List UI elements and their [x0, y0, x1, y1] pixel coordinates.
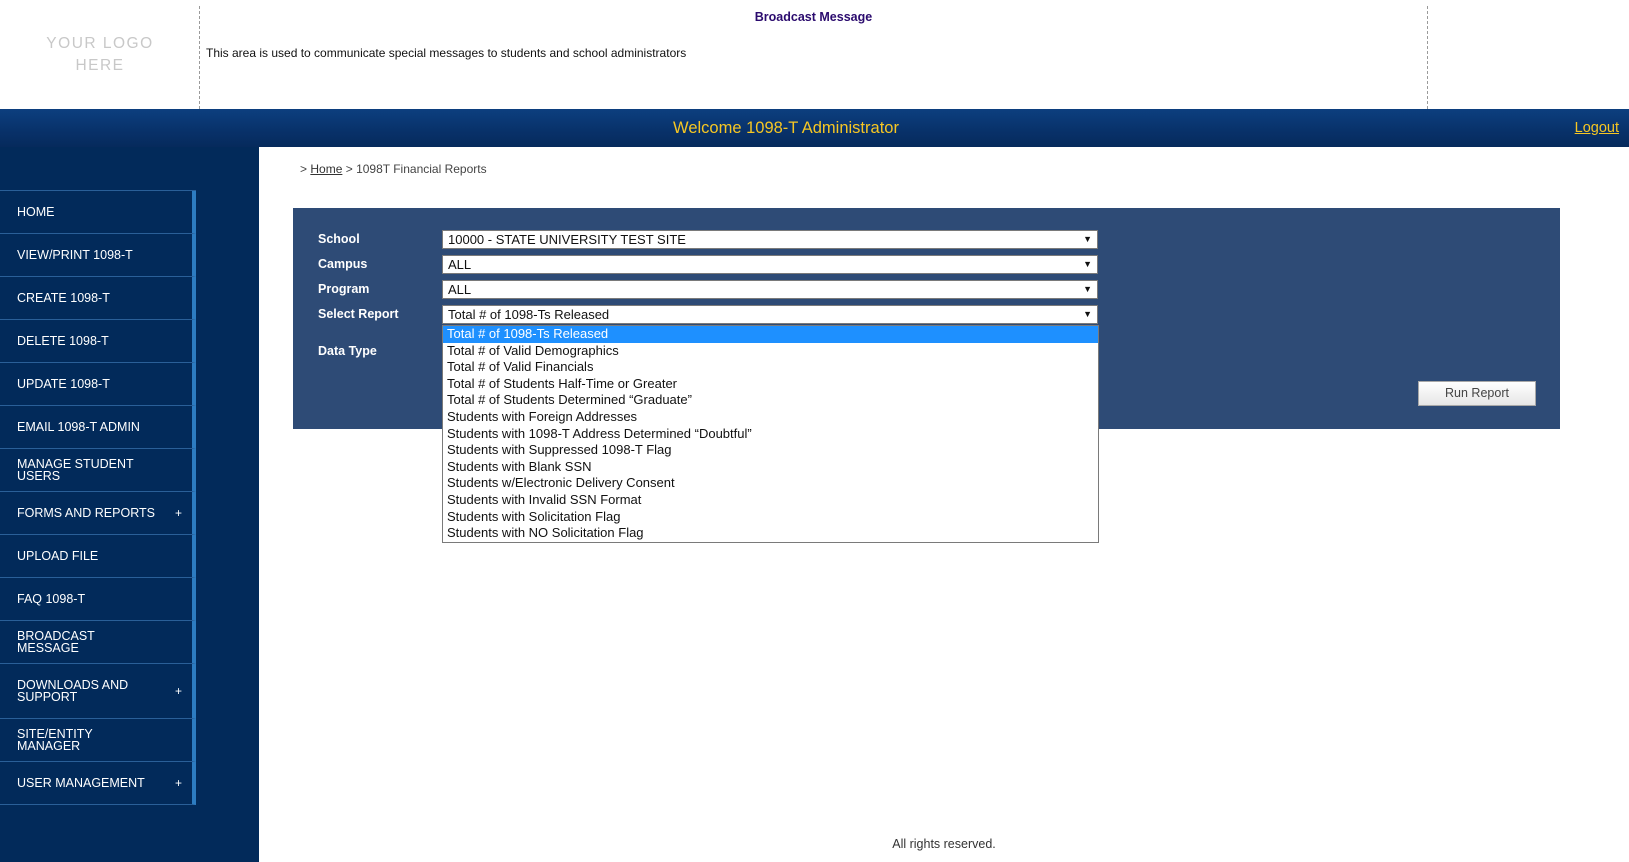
sidebar-item-label: DOWNLOADS AND SUPPORT	[17, 678, 129, 704]
sidebar-item-label: VIEW/PRINT 1098-T	[17, 248, 133, 262]
sidebar-item-label: MANAGE STUDENT USERS	[17, 457, 134, 483]
breadcrumb-prefix: >	[300, 162, 308, 176]
sidebar-item-label: UPLOAD FILE	[17, 549, 99, 563]
sidebar-item-broadcast-message[interactable]: BROADCAST MESSAGE	[0, 621, 196, 664]
welcome-bar: Welcome 1098-T Administrator Logout	[0, 109, 1629, 147]
logout-link[interactable]: Logout	[1575, 120, 1619, 136]
report-option[interactable]: Total # of Valid Financials	[443, 359, 1098, 376]
sidebar-item-label: HOME	[17, 205, 55, 219]
report-option[interactable]: Students with Suppressed 1098-T Flag	[443, 442, 1098, 459]
report-option[interactable]: Total # of 1098-Ts Released	[443, 326, 1098, 343]
chevron-down-icon: ▼	[1083, 234, 1092, 244]
sidebar-item-forms-and-reports[interactable]: FORMS AND REPORTS +	[0, 492, 196, 535]
breadcrumb-current: 1098T Financial Reports	[356, 162, 487, 176]
campus-select[interactable]: ALL ▼	[442, 255, 1098, 274]
sidebar-item-label: BROADCAST MESSAGE	[17, 629, 95, 655]
sidebar-item-manage-student-users[interactable]: MANAGE STUDENT USERS	[0, 449, 196, 492]
broadcast-title: Broadcast Message	[754, 10, 873, 24]
program-select[interactable]: ALL ▼	[442, 280, 1098, 299]
school-select[interactable]: 10000 - STATE UNIVERSITY TEST SITE ▼	[442, 230, 1098, 249]
footer-copyright: All rights reserved.	[892, 837, 996, 851]
run-report-button[interactable]: Run Report	[1418, 381, 1536, 406]
expand-plus-icon[interactable]: +	[175, 685, 182, 697]
header-divider-right	[1427, 6, 1428, 109]
logo-placeholder: YOUR LOGO HERE	[0, 0, 200, 109]
program-label: Program	[318, 282, 370, 296]
breadcrumb: > Home > 1098T Financial Reports	[300, 162, 487, 176]
report-option[interactable]: Students with 1098-T Address Determined …	[443, 426, 1098, 443]
select-report-label: Select Report	[318, 307, 399, 321]
breadcrumb-separator: >	[345, 162, 353, 176]
report-select-value: Total # of 1098-Ts Released	[448, 307, 610, 322]
chevron-down-icon: ▼	[1083, 309, 1092, 319]
sidebar-item-upload-file[interactable]: UPLOAD FILE	[0, 535, 196, 578]
report-select[interactable]: Total # of 1098-Ts Released ▼	[442, 305, 1098, 324]
logo-text: YOUR LOGO HERE	[46, 34, 154, 74]
report-option[interactable]: Students w/Electronic Delivery Consent	[443, 475, 1098, 492]
sidebar-item-label: EMAIL 1098-T ADMIN	[17, 420, 140, 434]
report-option[interactable]: Students with Blank SSN	[443, 459, 1098, 476]
sidebar: HOME VIEW/PRINT 1098-T CREATE 1098-T DELETE…	[0, 147, 259, 862]
broadcast-text: This area is used to communicate special…	[206, 46, 687, 60]
report-option[interactable]: Students with Invalid SSN Format	[443, 492, 1098, 509]
sidebar-item-delete-1098-t[interactable]: DELETE 1098-T	[0, 320, 196, 363]
welcome-text: Welcome 1098-T Administrator	[673, 119, 899, 137]
sidebar-item-label: SITE/ENTITY MANAGER	[17, 727, 93, 753]
sidebar-item-user-management[interactable]: USER MANAGEMENT +	[0, 762, 196, 805]
report-option[interactable]: Total # of Students Determined “Graduate…	[443, 392, 1098, 409]
sidebar-item-label: DELETE 1098-T	[17, 334, 109, 348]
report-option[interactable]: Students with Foreign Addresses	[443, 409, 1098, 426]
sidebar-item-home[interactable]: HOME	[0, 191, 196, 234]
campus-select-value: ALL	[448, 257, 472, 272]
program-select-value: ALL	[448, 282, 472, 297]
school-label: School	[318, 232, 360, 246]
chevron-down-icon: ▼	[1083, 259, 1092, 269]
chevron-down-icon: ▼	[1083, 284, 1092, 294]
sidebar-item-faq-1098-t[interactable]: FAQ 1098-T	[0, 578, 196, 621]
sidebar-item-site-entity-manager[interactable]: SITE/ENTITY MANAGER	[0, 719, 196, 762]
report-option[interactable]: Students with NO Solicitation Flag	[443, 525, 1098, 542]
breadcrumb-home-link[interactable]: Home	[310, 162, 342, 176]
sidebar-item-update-1098-t[interactable]: UPDATE 1098-T	[0, 363, 196, 406]
expand-plus-icon[interactable]: +	[175, 507, 182, 519]
sidebar-item-view-print-1098-t[interactable]: VIEW/PRINT 1098-T	[0, 234, 196, 277]
sidebar-item-label: UPDATE 1098-T	[17, 377, 110, 391]
sidebar-item-label: FORMS AND REPORTS	[17, 506, 155, 520]
top-header: YOUR LOGO HERE Broadcast Message This ar…	[0, 0, 1629, 109]
sidebar-item-label: USER MANAGEMENT	[17, 776, 145, 790]
data-type-label: Data Type	[318, 344, 377, 358]
report-option[interactable]: Total # of Valid Demographics	[443, 343, 1098, 360]
report-option[interactable]: Students with Solicitation Flag	[443, 509, 1098, 526]
sidebar-item-create-1098-t[interactable]: CREATE 1098-T	[0, 277, 196, 320]
report-dropdown-list: Total # of 1098-Ts Released Total # of Va…	[442, 325, 1099, 543]
sidebar-nav: HOME VIEW/PRINT 1098-T CREATE 1098-T DELETE…	[0, 190, 196, 805]
sidebar-item-email-1098-t-admin[interactable]: EMAIL 1098-T ADMIN	[0, 406, 196, 449]
sidebar-item-downloads-and-support[interactable]: DOWNLOADS AND SUPPORT +	[0, 664, 196, 719]
sidebar-item-label: FAQ 1098-T	[17, 592, 86, 606]
expand-plus-icon[interactable]: +	[175, 777, 182, 789]
school-select-value: 10000 - STATE UNIVERSITY TEST SITE	[448, 232, 686, 247]
report-option[interactable]: Total # of Students Half-Time or Greater	[443, 376, 1098, 393]
sidebar-item-label: CREATE 1098-T	[17, 291, 110, 305]
campus-label: Campus	[318, 257, 368, 271]
